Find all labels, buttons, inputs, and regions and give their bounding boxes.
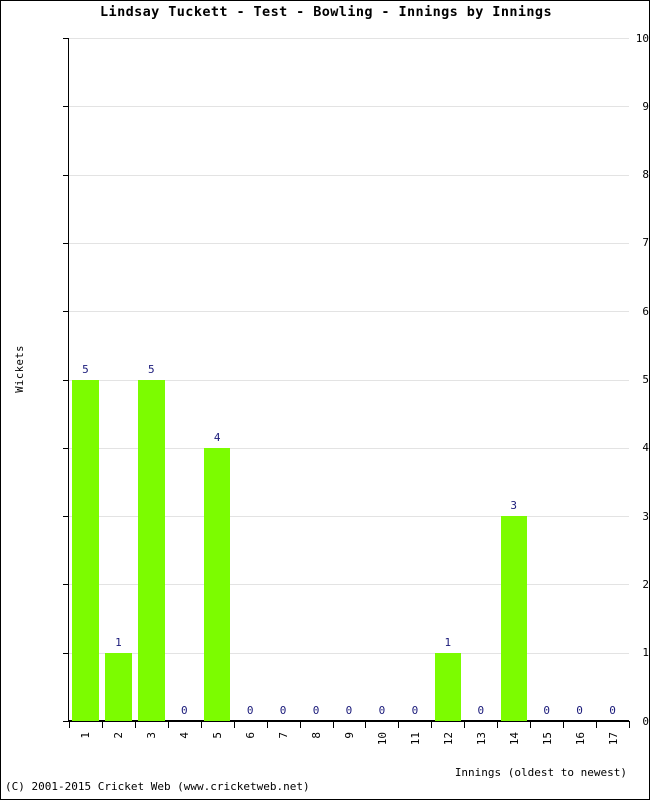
bar-value-label: 1 xyxy=(115,635,122,649)
y-axis-line xyxy=(68,38,69,722)
bar-value-label: 0 xyxy=(246,704,254,717)
x-axis-line xyxy=(68,721,630,722)
x-tick-label: 3 xyxy=(145,732,158,739)
y-axis-title: Wickets xyxy=(14,345,26,393)
x-tick-mark xyxy=(135,722,136,728)
bar-value-label: 5 xyxy=(148,362,155,376)
bar-value-label: 5 xyxy=(82,362,89,376)
page-title: Lindsay Tuckett - Test - Bowling - Innin… xyxy=(100,4,552,20)
x-tick-label: 4 xyxy=(178,732,191,739)
plot-area: 5 1 5 0 4 0 0 0 0 0 0 1 0 3 0 0 0 xyxy=(69,38,629,721)
bar xyxy=(500,516,527,721)
bar xyxy=(105,652,132,721)
x-tick-mark xyxy=(333,722,334,728)
x-tick-label: 7 xyxy=(277,732,290,739)
x-tick-label: 12 xyxy=(442,732,455,746)
x-tick-mark xyxy=(563,722,564,728)
x-tick-mark xyxy=(168,722,169,728)
bar xyxy=(138,379,165,721)
x-tick-mark xyxy=(398,722,399,728)
bar-value-label: 4 xyxy=(213,430,221,444)
x-tick-label: 10 xyxy=(376,732,389,746)
x-tick-label: 17 xyxy=(607,732,620,746)
x-tick-mark xyxy=(365,722,366,728)
x-tick-mark xyxy=(497,722,498,728)
x-tick-mark xyxy=(201,722,202,728)
bar-value-label: 0 xyxy=(378,704,386,717)
gridline xyxy=(69,106,629,107)
gridline xyxy=(69,175,629,176)
x-tick-label: 11 xyxy=(409,732,422,746)
x-tick-label: 2 xyxy=(112,732,125,739)
gridline xyxy=(69,311,629,312)
bar-value-label: 3 xyxy=(510,499,518,513)
bar-value-label: 0 xyxy=(312,704,320,717)
gridline xyxy=(69,243,629,244)
bar-value-label: 0 xyxy=(180,704,188,717)
bar-value-label: 0 xyxy=(477,704,485,717)
x-tick-label: 1 xyxy=(79,732,92,739)
x-tick-label: 14 xyxy=(508,732,521,746)
x-tick-label: 8 xyxy=(310,732,323,739)
bar-value-label: 0 xyxy=(543,704,550,717)
bar-value-label: 0 xyxy=(609,704,616,717)
x-axis-title: Innings (oldest to newest) xyxy=(454,766,627,779)
copyright-notice: (C) 2001-2015 Cricket Web (www.cricketwe… xyxy=(5,780,310,793)
gridline xyxy=(69,38,629,39)
chart-page: Lindsay Tuckett - Test - Bowling - Innin… xyxy=(0,0,650,800)
bar-value-label: 0 xyxy=(279,704,287,717)
x-tick-label: 16 xyxy=(574,732,587,746)
bar-value-label: 1 xyxy=(444,635,452,649)
x-tick-label: 15 xyxy=(541,732,554,746)
x-tick-label: 5 xyxy=(211,732,224,739)
bar xyxy=(434,652,461,721)
x-tick-mark xyxy=(69,722,70,728)
bar xyxy=(72,379,99,721)
x-tick-label: 13 xyxy=(475,732,488,746)
x-tick-label: 9 xyxy=(343,732,356,739)
x-tick-mark xyxy=(102,722,103,728)
x-tick-label: 6 xyxy=(244,732,257,739)
bar xyxy=(204,447,231,721)
x-tick-mark xyxy=(629,722,630,728)
x-tick-mark xyxy=(300,722,301,728)
bar-value-label: 0 xyxy=(345,704,353,717)
x-tick-mark xyxy=(267,722,268,728)
x-tick-mark xyxy=(596,722,597,728)
bar-value-label: 0 xyxy=(411,704,419,717)
x-tick-mark xyxy=(464,722,465,728)
x-tick-mark xyxy=(431,722,432,728)
bar-value-label: 0 xyxy=(576,704,583,717)
x-tick-mark xyxy=(530,722,531,728)
x-tick-mark xyxy=(234,722,235,728)
